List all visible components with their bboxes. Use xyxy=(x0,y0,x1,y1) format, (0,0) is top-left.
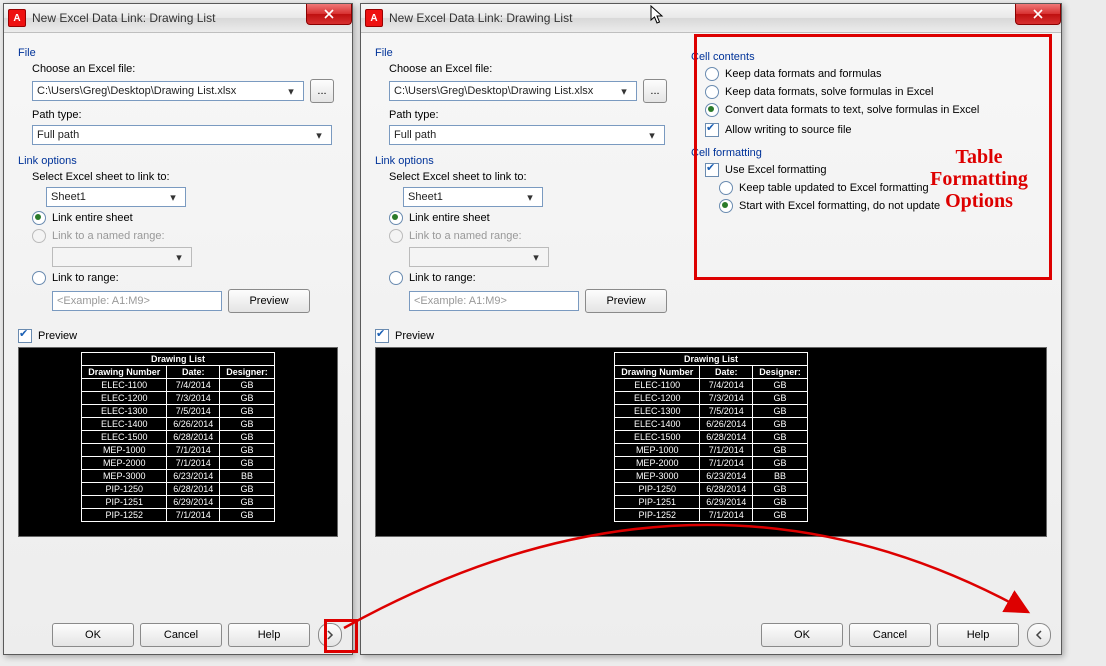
close-button[interactable] xyxy=(1015,4,1061,25)
preview-table: Drawing ListDrawing NumberDate:Designer:… xyxy=(81,352,275,522)
pathtype-combo[interactable]: Full path ▾ xyxy=(389,125,665,145)
choose-file-label: Choose an Excel file: xyxy=(389,63,675,75)
link-range-label: Link to range: xyxy=(52,272,119,284)
preview-button[interactable]: Preview xyxy=(585,289,667,313)
button-row: OK Cancel Help xyxy=(46,623,342,647)
preview-checkbox[interactable] xyxy=(375,329,389,343)
dialog-content: File Choose an Excel file: C:\Users\Greg… xyxy=(4,33,352,655)
chevron-down-icon: ▾ xyxy=(311,129,327,142)
pathtype-value: Full path xyxy=(394,129,436,141)
radio-entire-sheet[interactable] xyxy=(389,211,403,225)
preview-table: Drawing ListDrawing NumberDate:Designer:… xyxy=(614,352,808,522)
chevron-down-icon: ▾ xyxy=(644,129,660,142)
preview-pane: Drawing ListDrawing NumberDate:Designer:… xyxy=(375,347,1047,537)
link-range-label: Link to range: xyxy=(409,272,476,284)
select-sheet-label: Select Excel sheet to link to: xyxy=(32,171,338,183)
pathtype-value: Full path xyxy=(37,129,79,141)
browse-button[interactable]: ... xyxy=(310,79,334,103)
radio-named-range xyxy=(389,229,403,243)
cursor-icon xyxy=(650,5,664,25)
close-icon xyxy=(324,9,334,19)
entire-sheet-label: Link entire sheet xyxy=(409,212,490,224)
annotation-box-expand xyxy=(324,619,358,653)
pathtype-label: Path type: xyxy=(32,109,338,121)
file-section-label: File xyxy=(375,47,675,59)
range-input[interactable]: <Example: A1:M9> xyxy=(409,291,579,311)
named-range-combo: ▾ xyxy=(52,247,192,267)
window-title: New Excel Data Link: Drawing List xyxy=(389,11,572,25)
sheet-combo[interactable]: Sheet1 ▾ xyxy=(403,187,543,207)
button-row: OK Cancel Help xyxy=(755,623,1051,647)
radio-entire-sheet[interactable] xyxy=(32,211,46,225)
titlebar: A New Excel Data Link: Drawing List xyxy=(361,4,1061,33)
range-input[interactable]: <Example: A1:M9> xyxy=(52,291,222,311)
cancel-button[interactable]: Cancel xyxy=(849,623,931,647)
chevron-left-icon xyxy=(1034,630,1044,640)
preview-label: Preview xyxy=(395,330,434,342)
entire-sheet-label: Link entire sheet xyxy=(52,212,133,224)
chevron-down-icon: ▾ xyxy=(283,85,299,98)
preview-button[interactable]: Preview xyxy=(228,289,310,313)
ok-button[interactable]: OK xyxy=(761,623,843,647)
chevron-down-icon: ▾ xyxy=(171,251,187,264)
help-button[interactable]: Help xyxy=(228,623,310,647)
titlebar: A New Excel Data Link: Drawing List xyxy=(4,4,352,33)
link-section-label: Link options xyxy=(18,155,338,167)
file-section-label: File xyxy=(18,47,338,59)
radio-link-range[interactable] xyxy=(32,271,46,285)
chevron-down-icon: ▾ xyxy=(165,191,181,204)
app-icon: A xyxy=(365,9,383,27)
preview-pane: Drawing ListDrawing NumberDate:Designer:… xyxy=(18,347,338,537)
radio-named-range xyxy=(32,229,46,243)
file-path-value: C:\Users\Greg\Desktop\Drawing List.xlsx xyxy=(37,85,236,97)
pathtype-label: Path type: xyxy=(389,109,675,121)
pathtype-combo[interactable]: Full path ▾ xyxy=(32,125,332,145)
choose-file-label: Choose an Excel file: xyxy=(32,63,338,75)
browse-button[interactable]: ... xyxy=(643,79,667,103)
preview-checkbox[interactable] xyxy=(18,329,32,343)
collapse-button[interactable] xyxy=(1027,623,1051,647)
close-icon xyxy=(1033,9,1043,19)
help-button[interactable]: Help xyxy=(937,623,1019,647)
file-path-combo[interactable]: C:\Users\Greg\Desktop\Drawing List.xlsx ▾ xyxy=(389,81,637,101)
file-path-combo[interactable]: C:\Users\Greg\Desktop\Drawing List.xlsx ▾ xyxy=(32,81,304,101)
window-title: New Excel Data Link: Drawing List xyxy=(32,11,215,25)
chevron-down-icon: ▾ xyxy=(528,251,544,264)
annotation-text: TableFormattingOptions xyxy=(914,146,1044,212)
ok-button[interactable]: OK xyxy=(52,623,134,647)
sheet-value: Sheet1 xyxy=(51,191,86,203)
named-range-combo: ▾ xyxy=(409,247,549,267)
named-range-label: Link to a named range: xyxy=(409,230,522,242)
dialog-collapsed: A New Excel Data Link: Drawing List File… xyxy=(3,3,353,655)
close-button[interactable] xyxy=(306,4,352,25)
app-icon: A xyxy=(8,9,26,27)
named-range-label: Link to a named range: xyxy=(52,230,165,242)
sheet-value: Sheet1 xyxy=(408,191,443,203)
preview-label: Preview xyxy=(38,330,77,342)
file-path-value: C:\Users\Greg\Desktop\Drawing List.xlsx xyxy=(394,85,593,97)
radio-link-range[interactable] xyxy=(389,271,403,285)
cancel-button[interactable]: Cancel xyxy=(140,623,222,647)
link-section-label: Link options xyxy=(375,155,675,167)
select-sheet-label: Select Excel sheet to link to: xyxy=(389,171,675,183)
chevron-down-icon: ▾ xyxy=(522,191,538,204)
sheet-combo[interactable]: Sheet1 ▾ xyxy=(46,187,186,207)
chevron-down-icon: ▾ xyxy=(616,85,632,98)
